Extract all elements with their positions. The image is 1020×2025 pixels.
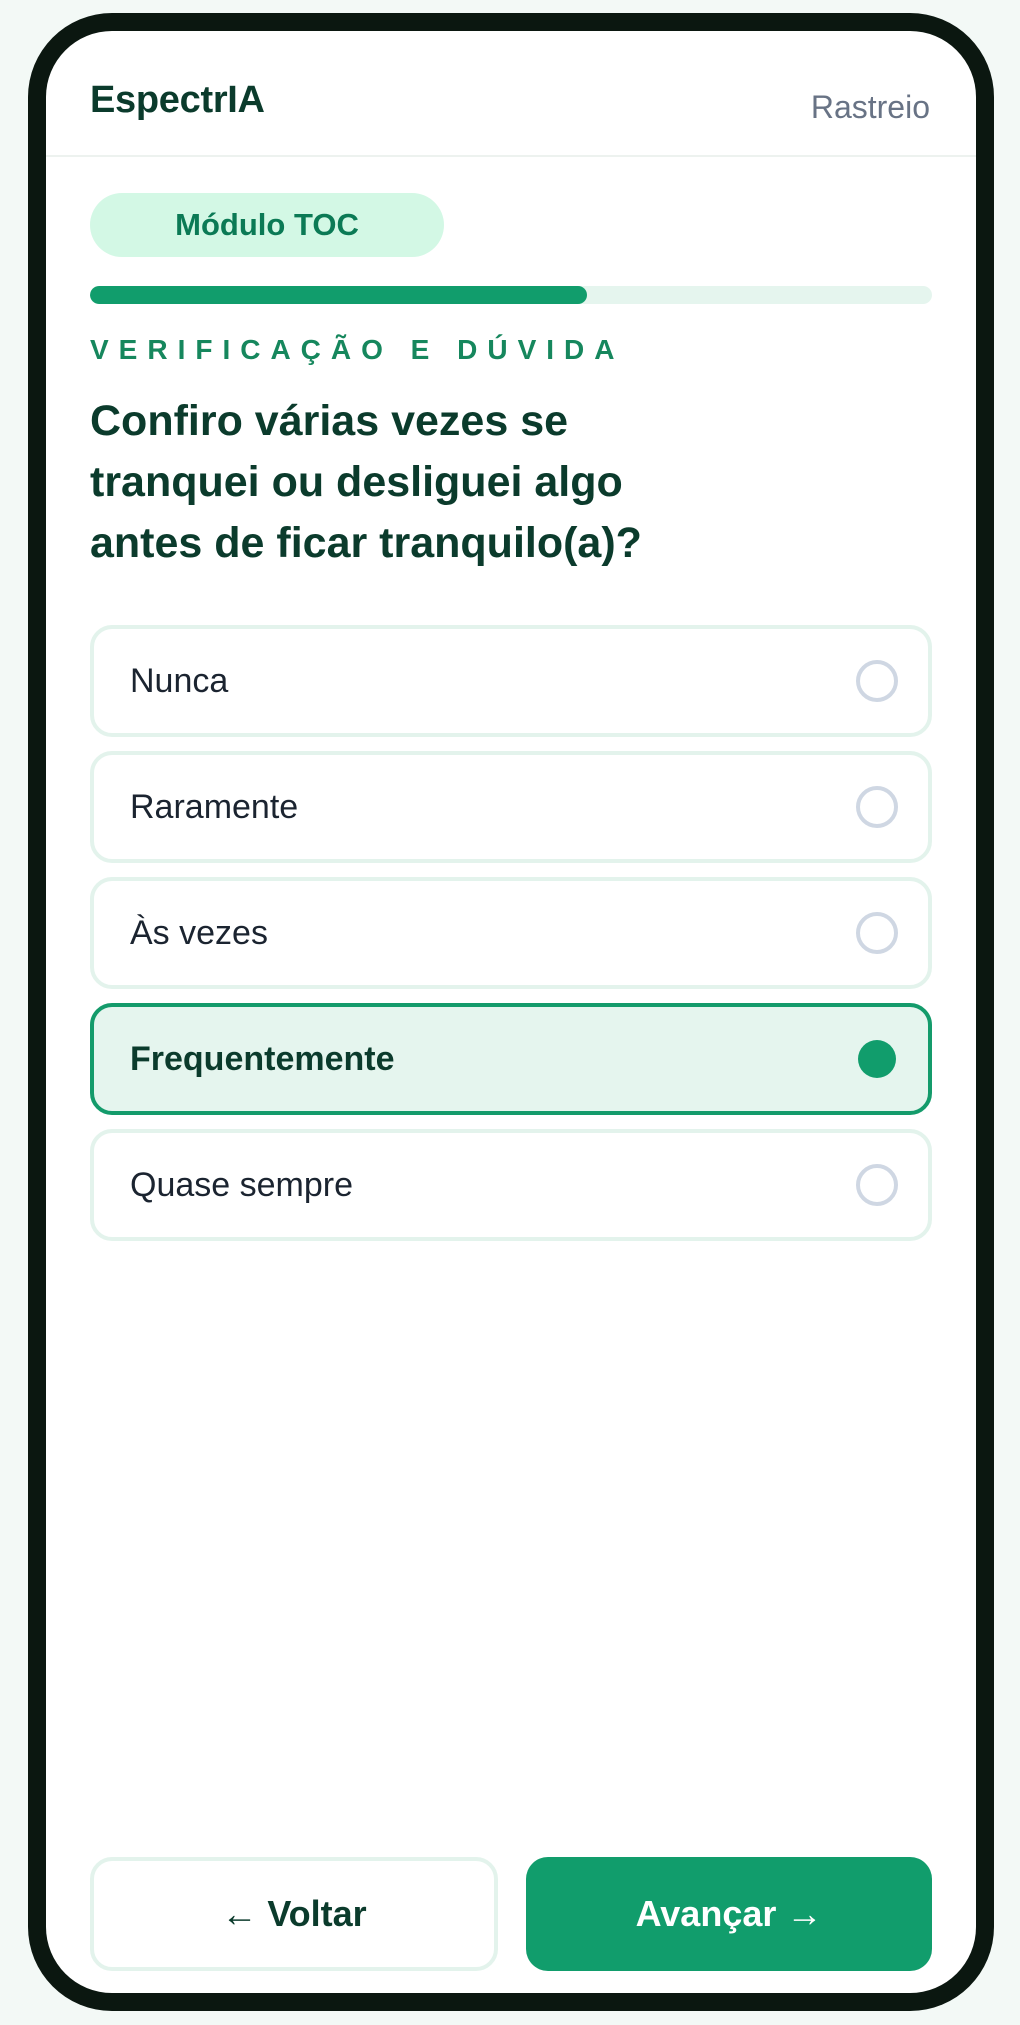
option-as-vezes[interactable]: Às vezes [90, 877, 932, 989]
app-header: EspectrIA Rastreio [46, 31, 976, 157]
phone-frame: EspectrIA Rastreio Módulo TOC VERIFICAÇÃ… [28, 13, 994, 2011]
next-button[interactable]: Avançar → [526, 1857, 932, 1971]
option-label: Às vezes [130, 914, 268, 952]
radio-icon[interactable] [858, 1040, 896, 1078]
option-label: Nunca [130, 662, 229, 700]
radio-icon[interactable] [856, 660, 898, 702]
radio-icon[interactable] [856, 912, 898, 954]
radio-icon[interactable] [856, 786, 898, 828]
app-screen: EspectrIA Rastreio Módulo TOC VERIFICAÇÃ… [46, 31, 976, 1993]
question-text: Confiro várias vezes se tranquei ou desl… [90, 397, 642, 567]
answer-options: Nunca Raramente Às vezes Frequentemente … [90, 625, 932, 1255]
header-subtitle: Rastreio [810, 89, 930, 125]
option-raramente[interactable]: Raramente [90, 751, 932, 863]
option-label: Quase sempre [130, 1166, 353, 1204]
option-frequentemente[interactable]: Frequentemente [90, 1003, 932, 1115]
option-label: Frequentemente [130, 1040, 395, 1078]
option-label: Raramente [130, 788, 299, 826]
back-button[interactable]: ← Voltar [90, 1857, 498, 1971]
progress-bar-fill [90, 286, 587, 304]
option-nunca[interactable]: Nunca [90, 625, 932, 737]
option-quase-sempre[interactable]: Quase sempre [90, 1129, 932, 1241]
question-category: VERIFICAÇÃO E DÚVIDA [90, 334, 625, 365]
brand-title: EspectrIA [90, 79, 265, 121]
module-badge: Módulo TOC [90, 193, 444, 257]
progress-bar [90, 286, 932, 304]
radio-icon[interactable] [856, 1164, 898, 1206]
